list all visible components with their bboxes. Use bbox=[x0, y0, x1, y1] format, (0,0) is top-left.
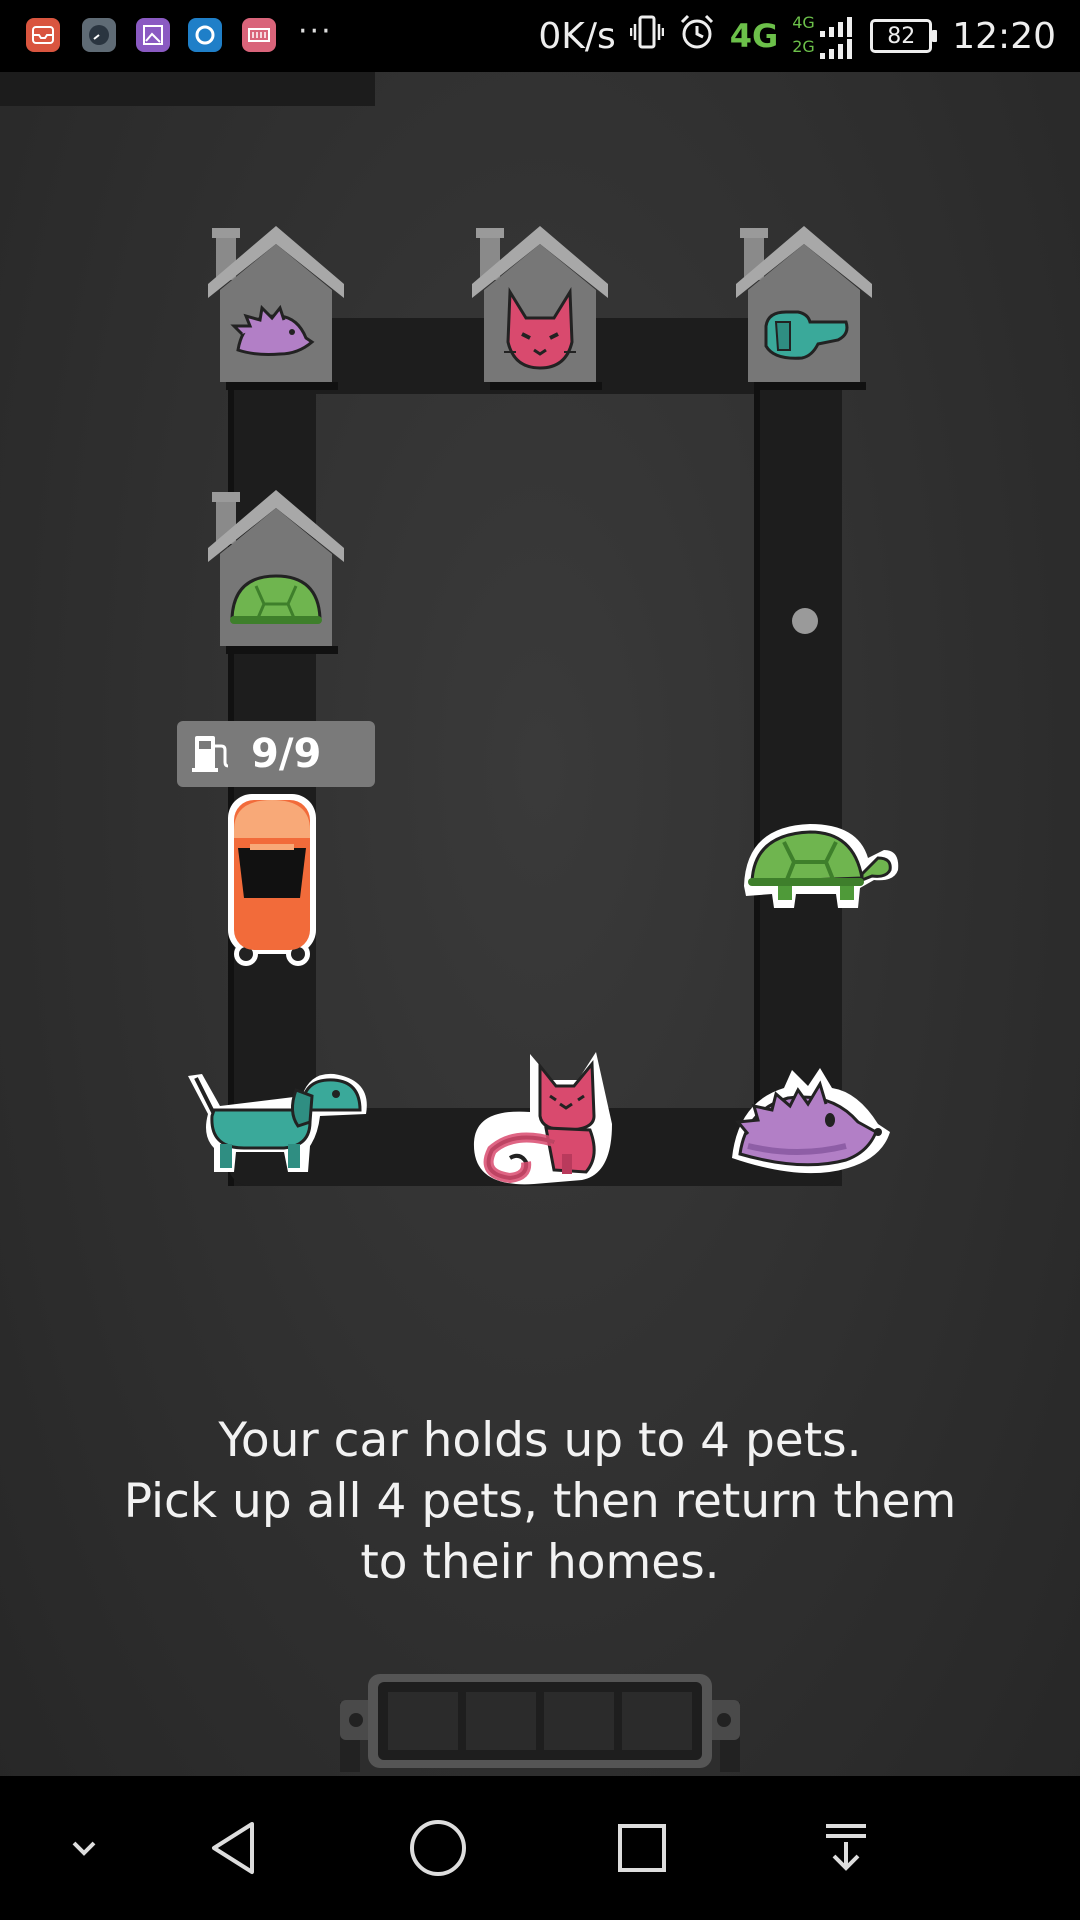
recents-square-icon bbox=[618, 1824, 666, 1872]
video-app-icon bbox=[242, 18, 276, 52]
network-type-label-2g: 2G bbox=[792, 37, 815, 56]
car[interactable] bbox=[222, 790, 322, 970]
network-speed: 0K/s bbox=[538, 15, 616, 57]
header-remnant bbox=[0, 72, 375, 106]
clock-time: 12:20 bbox=[952, 15, 1056, 57]
turtle-house[interactable] bbox=[206, 486, 346, 656]
cargo-slot-3 bbox=[544, 1692, 614, 1750]
signal-icon: 4G 2G bbox=[792, 11, 856, 61]
overflow-icon: ··· bbox=[298, 14, 333, 49]
fuel-count: 9/9 bbox=[251, 731, 322, 777]
status-bar: ··· 0K/s 4G 4G 2G 82 12:20 bbox=[0, 0, 1080, 72]
vibrate-icon bbox=[629, 14, 664, 59]
alarm-icon bbox=[678, 13, 716, 60]
cat-house[interactable] bbox=[470, 222, 610, 392]
cargo-slot-1 bbox=[388, 1692, 458, 1750]
network-type-label: 4G bbox=[792, 13, 815, 32]
gallery-app-icon bbox=[136, 18, 170, 52]
pull-down-icon bbox=[826, 1824, 866, 1871]
hide-nav-button[interactable] bbox=[48, 1812, 120, 1884]
cat-pet[interactable] bbox=[470, 1046, 616, 1190]
chevron-down-icon bbox=[72, 1841, 96, 1856]
battery-level: 82 bbox=[887, 23, 916, 49]
instructions-line-1: Your car holds up to 4 pets. bbox=[218, 1413, 862, 1468]
network-type: 4G bbox=[729, 17, 779, 55]
mail-app-icon bbox=[26, 18, 60, 52]
notifications-button[interactable] bbox=[810, 1812, 882, 1884]
instructions-line-2: Pick up all 4 pets, then return them bbox=[123, 1474, 957, 1529]
dog-pet[interactable] bbox=[184, 1060, 370, 1178]
back-triangle-icon bbox=[212, 1822, 254, 1874]
fuel-badge: 9/9 bbox=[177, 721, 375, 787]
home-button[interactable] bbox=[402, 1812, 474, 1884]
cargo-slot-4 bbox=[622, 1692, 692, 1750]
instructions-text: Your car holds up to 4 pets. Pick up all… bbox=[40, 1410, 1040, 1593]
dog-house[interactable] bbox=[734, 222, 874, 392]
recents-button[interactable] bbox=[606, 1812, 678, 1884]
road-marker bbox=[792, 608, 818, 634]
back-button[interactable] bbox=[198, 1812, 270, 1884]
fuel-pump-icon bbox=[191, 730, 233, 778]
hedgehog-pet[interactable] bbox=[728, 1062, 892, 1178]
browser-app-icon bbox=[188, 18, 222, 52]
battery-icon: 82 bbox=[870, 19, 938, 53]
turtle-pet[interactable] bbox=[738, 808, 902, 914]
car-cargo-slots bbox=[330, 1672, 750, 1772]
cargo-slot-2 bbox=[466, 1692, 536, 1750]
instructions-line-3: to their homes. bbox=[360, 1535, 720, 1590]
navigation-bar bbox=[0, 1776, 1080, 1920]
hedgehog-house[interactable] bbox=[206, 222, 346, 392]
home-circle-icon bbox=[410, 1820, 466, 1876]
road-right bbox=[754, 318, 842, 1186]
clock-app-icon bbox=[82, 18, 116, 52]
